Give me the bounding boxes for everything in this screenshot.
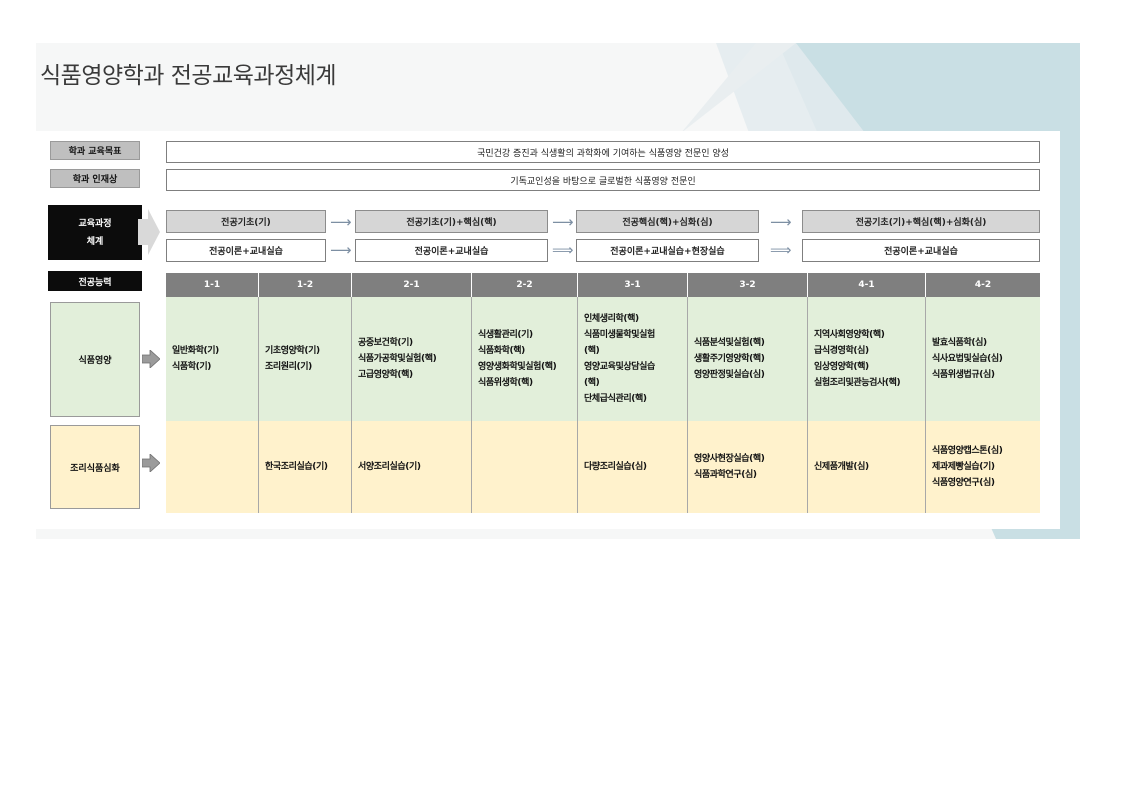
- course-item: 식품위생학(핵): [478, 378, 533, 388]
- competency-label: 전공능력: [48, 271, 142, 291]
- double-arrow-right-icon: ⟹: [770, 241, 792, 259]
- course-item: 급식경영학(심): [814, 346, 869, 356]
- track-label-culinary: 조리식품심화: [50, 425, 140, 509]
- course-item: 식품분석및실험(핵): [694, 338, 765, 348]
- course-item: 다량조리실습(심): [584, 462, 647, 472]
- course-cell-food-3-1: 인체생리학(핵) 식품미생물학및실험 (핵) 영양교육및상담실습 (핵) 단체급식관리(핵…: [578, 297, 688, 421]
- curriculum-panel: 학과 교육목표 국민건강 증진과 식생활의 과학화에 기여하는 식품영양 전문인…: [36, 131, 1060, 529]
- course-item: 기초영양학(기): [265, 346, 320, 356]
- course-cell-culinary-2-1: 서양조리실습(기): [352, 421, 472, 513]
- course-cell-food-3-2: 식품분석및실험(핵) 생활주기영양학(핵) 영양판정및실습(심): [688, 297, 808, 421]
- stage-bottom-2: 전공이론+교내실습: [355, 239, 548, 262]
- track-arrow-icon: [142, 350, 160, 368]
- talent-text: 기독교인성을 바탕으로 글로벌한 식품영양 전문인: [166, 169, 1040, 191]
- semester-header-4-2: 4-2: [926, 273, 1040, 297]
- course-item: 임상영양학(핵): [814, 362, 869, 372]
- course-item: 고급영양학(핵): [358, 370, 413, 380]
- course-cell-culinary-1-2: 한국조리실습(기): [259, 421, 352, 513]
- course-cell-culinary-3-2: 영양사현장실습(핵) 식품과학연구(심): [688, 421, 808, 513]
- course-item: 식품과학연구(심): [694, 470, 757, 480]
- course-item: 발효식품학(심): [932, 338, 987, 348]
- course-item: 식품미생물학및실험: [584, 330, 655, 340]
- course-item: (핵): [584, 378, 600, 388]
- stage-top-3: 전공핵심(핵)+심화(심): [576, 210, 759, 233]
- stage-top-1: 전공기초(기): [166, 210, 326, 233]
- stage-bottom-4: 전공이론+교내실습: [802, 239, 1040, 262]
- stage-bottom-3: 전공이론+교내실습+현장실습: [576, 239, 759, 262]
- track-label-food-nutrition: 식품영양: [50, 302, 140, 417]
- course-item: 인체생리학(핵): [584, 314, 639, 324]
- course-cell-food-4-1: 지역사회영양학(핵) 급식경영학(심) 임상영양학(핵) 실험조리및관능검사(핵): [808, 297, 926, 421]
- course-item: 제과제빵실습(기): [932, 462, 995, 472]
- course-item: 한국조리실습(기): [265, 462, 328, 472]
- course-item: 식품영양캡스톤(심): [932, 446, 1003, 456]
- course-cell-culinary-2-2: [472, 421, 578, 513]
- course-cell-food-1-1: 일반화학(기) 식품학(기): [166, 297, 259, 421]
- course-cell-culinary-4-1: 신제품개발(심): [808, 421, 926, 513]
- track-arrow-icon: [142, 454, 160, 472]
- system-arrow: [138, 209, 160, 255]
- arrow-right-icon: ⟶: [330, 213, 352, 231]
- slide: 식품영양학과 전공교육과정체계 학과 교육목표 국민건강 증진과 식생활의 과학…: [36, 43, 1080, 539]
- semester-header-2-2: 2-2: [472, 273, 578, 297]
- course-item: 식품위생법규(심): [932, 370, 995, 380]
- stage-top-4: 전공기초(기)+핵심(핵)+심화(심): [802, 210, 1040, 233]
- course-item: 식품가공학및실험(핵): [358, 354, 437, 364]
- system-label-line1: 교육과정: [78, 218, 112, 229]
- semester-header-1-1: 1-1: [166, 273, 259, 297]
- semester-header-1-2: 1-2: [259, 273, 352, 297]
- course-cell-culinary-4-2: 식품영양캡스톤(심) 제과제빵실습(기) 식품영양연구(심): [926, 421, 1040, 513]
- course-cell-food-4-2: 발효식품학(심) 식사요법및실습(심) 식품위생법규(심): [926, 297, 1040, 421]
- course-item: (핵): [584, 346, 600, 356]
- course-item: 일반화학(기): [172, 346, 219, 356]
- course-item: 공중보건학(기): [358, 338, 413, 348]
- goal-text: 국민건강 증진과 식생활의 과학화에 기여하는 식품영양 전문인 양성: [166, 141, 1040, 163]
- course-item: 생활주기영양학(핵): [694, 354, 765, 364]
- semester-header-3-1: 3-1: [578, 273, 688, 297]
- course-item: 영양교육및상담실습: [584, 362, 655, 372]
- arrow-right-icon: ⟶: [770, 213, 792, 231]
- course-cell-food-1-2: 기초영양학(기) 조리원리(기): [259, 297, 352, 421]
- stage-top-2: 전공기초(기)+핵심(핵): [355, 210, 548, 233]
- talent-label: 학과 인재상: [50, 169, 140, 188]
- course-item: 영양사현장실습(핵): [694, 454, 765, 464]
- arrow-right-icon: ⟶: [552, 213, 574, 231]
- course-item: 식품학(기): [172, 362, 211, 372]
- course-item: 지역사회영양학(핵): [814, 330, 885, 340]
- course-cell-culinary-1-1: [166, 421, 259, 513]
- course-item: 단체급식관리(핵): [584, 394, 647, 404]
- course-item: 식사요법및실습(심): [932, 354, 1003, 364]
- semester-header-3-2: 3-2: [688, 273, 808, 297]
- page-title: 식품영양학과 전공교육과정체계: [40, 63, 337, 89]
- course-cell-food-2-2: 식생활관리(기) 식품화학(핵) 영양생화학및실험(핵) 식품위생학(핵): [472, 297, 578, 421]
- stage-bottom-1: 전공이론+교내실습: [166, 239, 326, 262]
- course-item: 서양조리실습(기): [358, 462, 421, 472]
- course-cell-culinary-3-1: 다량조리실습(심): [578, 421, 688, 513]
- double-arrow-right-icon: ⟹: [552, 241, 574, 259]
- course-item: 조리원리(기): [265, 362, 312, 372]
- course-cell-food-2-1: 공중보건학(기) 식품가공학및실험(핵) 고급영양학(핵): [352, 297, 472, 421]
- course-item: 식생활관리(기): [478, 330, 533, 340]
- system-label: 교육과정 체계: [48, 205, 142, 260]
- course-item: 영양생화학및실험(핵): [478, 362, 557, 372]
- semester-header-2-1: 2-1: [352, 273, 472, 297]
- goal-label: 학과 교육목표: [50, 141, 140, 160]
- system-label-line2: 체계: [86, 236, 104, 247]
- course-item: 영양판정및실습(심): [694, 370, 765, 380]
- course-item: 식품화학(핵): [478, 346, 525, 356]
- course-item: 식품영양연구(심): [932, 478, 995, 488]
- course-item: 신제품개발(심): [814, 462, 869, 472]
- course-item: 실험조리및관능검사(핵): [814, 378, 901, 388]
- arrow-right-icon: ⟶: [330, 241, 352, 259]
- semester-header-4-1: 4-1: [808, 273, 926, 297]
